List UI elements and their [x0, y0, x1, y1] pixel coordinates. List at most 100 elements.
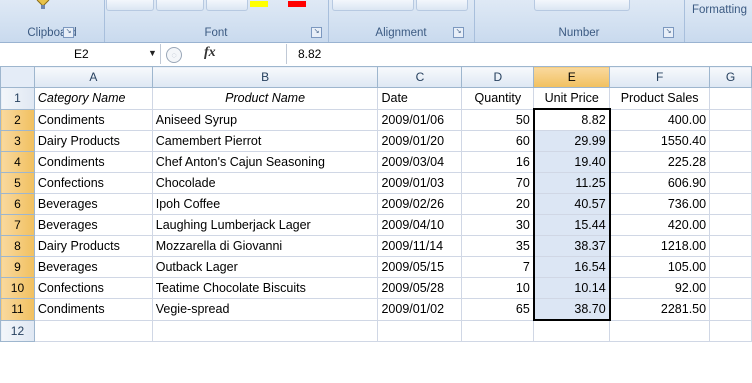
- row-header[interactable]: 3: [0, 130, 35, 152]
- select-all-corner[interactable]: [0, 66, 35, 88]
- cell[interactable]: [609, 319, 711, 342]
- cell[interactable]: 105.00: [609, 256, 711, 278]
- cell[interactable]: Condiments: [33, 108, 153, 131]
- alignment-button[interactable]: [416, 0, 468, 11]
- cell[interactable]: 10.14: [532, 277, 611, 299]
- header-cell[interactable]: Date: [377, 87, 463, 110]
- cell[interactable]: 2009/01/02: [377, 298, 463, 321]
- cell[interactable]: 65: [461, 298, 535, 321]
- cell[interactable]: Aniseed Syrup: [151, 108, 379, 131]
- cell[interactable]: 2009/04/10: [377, 214, 463, 236]
- format-painter-icon[interactable]: [34, 0, 52, 9]
- cell[interactable]: 30: [461, 214, 535, 236]
- cancel-circle-icon[interactable]: ◌: [166, 47, 182, 63]
- cell[interactable]: 8.82: [532, 108, 611, 131]
- cell[interactable]: 400.00: [609, 108, 711, 131]
- cell[interactable]: 16: [461, 151, 535, 173]
- font-color-icon[interactable]: [288, 1, 306, 7]
- cell[interactable]: [709, 319, 752, 342]
- number-launcher-icon[interactable]: ↘: [663, 27, 674, 38]
- row-header[interactable]: 6: [0, 193, 35, 215]
- alignment-launcher-icon[interactable]: ↘: [453, 27, 464, 38]
- font-button[interactable]: [206, 0, 248, 11]
- cell[interactable]: 20: [461, 193, 535, 215]
- cell[interactable]: [377, 319, 463, 342]
- cell[interactable]: 60: [461, 130, 535, 152]
- header-cell[interactable]: Product Sales: [609, 87, 711, 110]
- cell[interactable]: 2009/01/20: [377, 130, 463, 152]
- insert-function-icon[interactable]: fx: [204, 45, 216, 61]
- cell[interactable]: 2009/11/14: [377, 235, 463, 257]
- cell[interactable]: 38.37: [532, 235, 611, 257]
- cell[interactable]: 2281.50: [609, 298, 711, 321]
- cell[interactable]: 606.90: [609, 172, 711, 194]
- cell[interactable]: Confections: [33, 277, 153, 299]
- cell[interactable]: Mozzarella di Giovanni: [151, 235, 379, 257]
- header-cell[interactable]: [709, 87, 752, 110]
- cell[interactable]: [709, 214, 752, 236]
- column-header-g[interactable]: G: [709, 66, 752, 88]
- cell[interactable]: 2009/01/06: [377, 108, 463, 131]
- cell[interactable]: [151, 319, 379, 342]
- cell[interactable]: 92.00: [609, 277, 711, 299]
- header-cell[interactable]: Category Name: [33, 87, 153, 110]
- cell[interactable]: 736.00: [609, 193, 711, 215]
- row-header[interactable]: 7: [0, 214, 35, 236]
- cell[interactable]: 50: [461, 108, 535, 131]
- cell[interactable]: [709, 193, 752, 215]
- cell[interactable]: 16.54: [532, 256, 611, 278]
- cell[interactable]: Beverages: [33, 214, 153, 236]
- cell[interactable]: 420.00: [609, 214, 711, 236]
- cell[interactable]: Beverages: [33, 256, 153, 278]
- name-box[interactable]: E2 ▼: [0, 44, 161, 64]
- cell[interactable]: Camembert Pierrot: [151, 130, 379, 152]
- cell[interactable]: 10: [461, 277, 535, 299]
- row-header[interactable]: 2: [0, 108, 35, 131]
- formatting-label[interactable]: Formatting: [692, 4, 747, 16]
- cell[interactable]: 35: [461, 235, 535, 257]
- font-launcher-icon[interactable]: ↘: [311, 27, 322, 38]
- font-button[interactable]: [106, 0, 154, 11]
- cell[interactable]: 2009/05/28: [377, 277, 463, 299]
- cell[interactable]: Confections: [33, 172, 153, 194]
- cell[interactable]: 1218.00: [609, 235, 711, 257]
- column-header-c[interactable]: C: [377, 66, 463, 88]
- cell[interactable]: 11.25: [532, 172, 611, 194]
- column-header-d[interactable]: D: [461, 66, 535, 88]
- cell[interactable]: 40.57: [532, 193, 611, 215]
- cell[interactable]: Condiments: [33, 151, 153, 173]
- cell[interactable]: 38.70: [532, 298, 611, 321]
- row-header[interactable]: 8: [0, 235, 35, 257]
- cell[interactable]: [533, 319, 611, 342]
- number-format-button[interactable]: [534, 0, 630, 11]
- column-header-f[interactable]: F: [609, 66, 711, 88]
- cell[interactable]: Chocolade: [151, 172, 379, 194]
- cell[interactable]: 2009/02/26: [377, 193, 463, 215]
- formula-input[interactable]: 8.82: [298, 47, 321, 61]
- cell[interactable]: 2009/05/15: [377, 256, 463, 278]
- cell[interactable]: 1550.40: [609, 130, 711, 152]
- cell[interactable]: 29.99: [532, 130, 611, 152]
- cell[interactable]: [33, 319, 153, 342]
- header-cell[interactable]: Unit Price: [533, 87, 611, 110]
- cell[interactable]: Vegie-spread: [151, 298, 379, 321]
- cell[interactable]: [709, 256, 752, 278]
- cell[interactable]: 2009/01/03: [377, 172, 463, 194]
- header-cell[interactable]: Quantity: [461, 87, 535, 110]
- column-header-b[interactable]: B: [151, 66, 379, 88]
- font-button[interactable]: [156, 0, 204, 11]
- cell[interactable]: 19.40: [532, 151, 611, 173]
- cell[interactable]: [709, 108, 752, 131]
- row-header[interactable]: 5: [0, 172, 35, 194]
- cell[interactable]: [461, 319, 535, 342]
- cell[interactable]: Condiments: [33, 298, 153, 321]
- cell[interactable]: 2009/03/04: [377, 151, 463, 173]
- chevron-down-icon[interactable]: ▼: [148, 48, 157, 58]
- cell[interactable]: 15.44: [532, 214, 611, 236]
- cell[interactable]: Beverages: [33, 193, 153, 215]
- highlight-color-icon[interactable]: [250, 1, 268, 7]
- cell[interactable]: Dairy Products: [33, 235, 153, 257]
- cell[interactable]: [709, 172, 752, 194]
- alignment-button[interactable]: [332, 0, 414, 11]
- header-cell[interactable]: Product Name: [151, 87, 379, 110]
